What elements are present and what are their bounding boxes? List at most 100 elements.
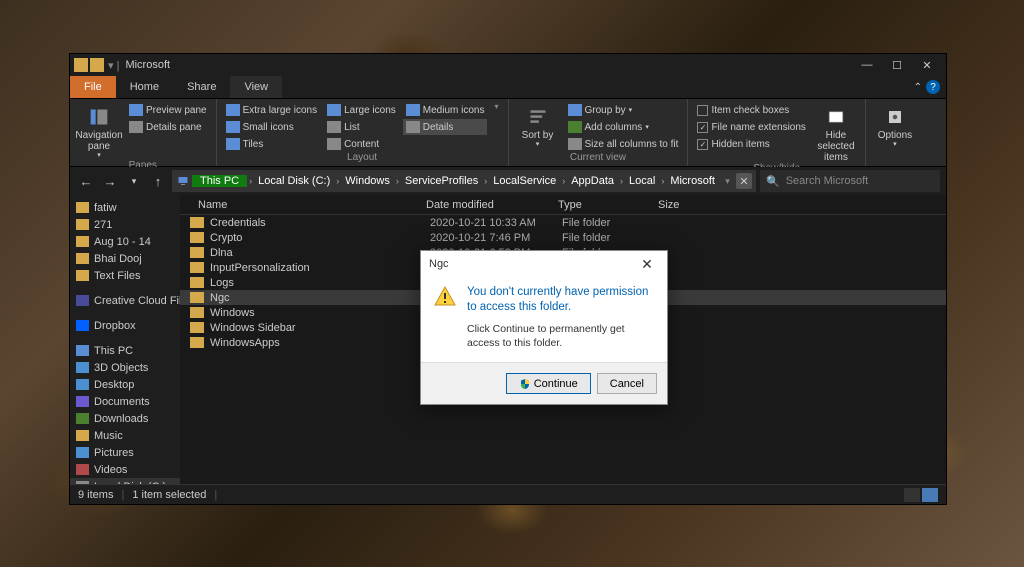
status-items-count: 9 items: [78, 489, 113, 501]
ribbon-group-show-hide: Item check boxes ✓File name extensions ✓…: [688, 99, 866, 166]
tab-share[interactable]: Share: [173, 76, 230, 98]
chevron-right-icon: ›: [249, 176, 252, 186]
breadcrumb-segment[interactable]: Windows: [341, 175, 394, 187]
sidebar-item-music[interactable]: Music: [70, 427, 180, 444]
file-name: Windows Sidebar: [210, 322, 430, 334]
file-type: File folder: [562, 232, 662, 244]
details-view-button[interactable]: Details: [403, 119, 488, 135]
item-check-boxes-toggle[interactable]: Item check boxes: [694, 102, 809, 118]
file-row[interactable]: Credentials2020-10-21 10:33 AMFile folde…: [180, 215, 946, 230]
sidebar-item[interactable]: Bhai Dooj: [70, 250, 180, 267]
close-button[interactable]: ✕: [912, 54, 942, 76]
sort-by-button[interactable]: Sort by▾: [515, 102, 561, 149]
file-extensions-toggle[interactable]: ✓File name extensions: [694, 119, 809, 135]
ribbon-collapse[interactable]: ⌃?: [908, 76, 946, 98]
sidebar-item-3d-objects[interactable]: 3D Objects: [70, 359, 180, 376]
maximize-button[interactable]: ☐: [882, 54, 912, 76]
folder-icon: [190, 217, 204, 228]
minimize-button[interactable]: —: [852, 54, 882, 76]
sidebar-item[interactable]: Text Files: [70, 267, 180, 284]
folder-icon: [190, 337, 204, 348]
content-button[interactable]: Content: [324, 136, 399, 152]
sidebar-item-documents[interactable]: Documents: [70, 393, 180, 410]
breadcrumb-segment[interactable]: Local: [625, 175, 659, 187]
search-icon: 🔍: [766, 175, 780, 188]
sidebar-item-creative-cloud[interactable]: Creative Cloud Fil: [70, 292, 180, 309]
sidebar-item[interactable]: Aug 10 - 14: [70, 233, 180, 250]
breadcrumb-segment[interactable]: LocalService: [489, 175, 560, 187]
chevron-right-icon: ›: [661, 176, 664, 186]
tab-home[interactable]: Home: [116, 76, 173, 98]
chevron-right-icon: ›: [336, 176, 339, 186]
thumbnails-view-toggle[interactable]: [922, 488, 938, 502]
breadcrumb-dropdown-icon[interactable]: ▾: [725, 176, 730, 187]
file-row[interactable]: Crypto2020-10-21 7:46 PMFile folder: [180, 230, 946, 245]
sidebar-item[interactable]: 271: [70, 216, 180, 233]
folder-icon: [74, 58, 88, 72]
breadcrumb-segment[interactable]: ServiceProfiles: [401, 175, 482, 187]
small-icons-button[interactable]: Small icons: [223, 119, 320, 135]
column-header-type[interactable]: Type: [550, 199, 650, 211]
column-header-name[interactable]: Name: [190, 199, 418, 211]
add-columns-button[interactable]: Add columns ▾: [565, 119, 682, 135]
dialog-close-button[interactable]: ✕: [635, 252, 659, 276]
navigation-sidebar: fatiw 271 Aug 10 - 14 Bhai Dooj Text Fil…: [70, 195, 180, 484]
extra-large-icons-button[interactable]: Extra large icons: [223, 102, 320, 118]
chevron-right-icon: ›: [484, 176, 487, 186]
hide-selected-button[interactable]: Hide selected items: [813, 102, 859, 163]
refresh-button[interactable]: ✕: [736, 173, 752, 189]
breadcrumb-segment[interactable]: Local Disk (C:): [254, 175, 334, 187]
column-headers: Name Date modified Type Size: [180, 195, 946, 215]
cancel-button[interactable]: Cancel: [597, 373, 657, 394]
navigation-pane-button[interactable]: Navigation pane▾: [76, 102, 122, 160]
sidebar-item-pictures[interactable]: Pictures: [70, 444, 180, 461]
size-columns-button[interactable]: Size all columns to fit: [565, 136, 682, 152]
medium-icons-button[interactable]: Medium icons: [403, 102, 488, 118]
breadcrumb-segment[interactable]: This PC: [192, 175, 247, 187]
pc-icon: [176, 175, 190, 187]
window-title: Microsoft: [125, 59, 852, 71]
sidebar-item-desktop[interactable]: Desktop: [70, 376, 180, 393]
ribbon-group-panes: Navigation pane▾ Preview pane Details pa…: [70, 99, 217, 166]
list-button[interactable]: List: [324, 119, 399, 135]
tab-view[interactable]: View: [230, 76, 282, 98]
sidebar-item-this-pc[interactable]: This PC: [70, 342, 180, 359]
large-icons-button[interactable]: Large icons: [324, 102, 399, 118]
qat-icons: [74, 58, 104, 72]
column-header-size[interactable]: Size: [650, 199, 730, 211]
file-name: InputPersonalization: [210, 262, 430, 274]
breadcrumb-segment[interactable]: AppData: [567, 175, 618, 187]
address-bar: ← → ▾ ↑ This PC› Local Disk (C:)› Window…: [70, 167, 946, 195]
sidebar-item-dropbox[interactable]: Dropbox: [70, 317, 180, 334]
ribbon-group-current-view: Sort by▾ Group by ▾ Add columns ▾ Size a…: [509, 99, 689, 166]
up-button[interactable]: ↑: [148, 171, 168, 191]
back-button[interactable]: ←: [76, 171, 96, 191]
search-input[interactable]: 🔍 Search Microsoft: [760, 170, 940, 192]
breadcrumb-segment[interactable]: Microsoft: [666, 175, 719, 187]
breadcrumb[interactable]: This PC› Local Disk (C:)› Windows› Servi…: [172, 170, 756, 192]
file-name: Logs: [210, 277, 430, 289]
titlebar: ▾ | Microsoft — ☐ ✕: [70, 54, 946, 76]
tiles-button[interactable]: Tiles: [223, 136, 320, 152]
history-dropdown[interactable]: ▾: [124, 171, 144, 191]
sidebar-item[interactable]: fatiw: [70, 199, 180, 216]
sidebar-item-videos[interactable]: Videos: [70, 461, 180, 478]
sidebar-item-downloads[interactable]: Downloads: [70, 410, 180, 427]
options-button[interactable]: Options▾: [872, 102, 918, 149]
hidden-items-toggle[interactable]: ✓Hidden items: [694, 136, 809, 152]
forward-button[interactable]: →: [100, 171, 120, 191]
continue-button[interactable]: Continue: [506, 373, 591, 394]
file-name: WindowsApps: [210, 337, 430, 349]
dialog-title: Ngc: [429, 258, 449, 270]
column-header-date[interactable]: Date modified: [418, 199, 550, 211]
tab-file[interactable]: File: [70, 76, 116, 98]
layout-expand-icon[interactable]: ▾: [491, 102, 501, 111]
help-icon[interactable]: ?: [926, 80, 940, 94]
file-name: Dlna: [210, 247, 430, 259]
folder-icon: [190, 277, 204, 288]
preview-pane-button[interactable]: Preview pane: [126, 102, 210, 118]
details-view-toggle[interactable]: [904, 488, 920, 502]
details-pane-button[interactable]: Details pane: [126, 119, 210, 135]
ribbon-group-options: Options▾: [866, 99, 924, 166]
group-by-button[interactable]: Group by ▾: [565, 102, 682, 118]
